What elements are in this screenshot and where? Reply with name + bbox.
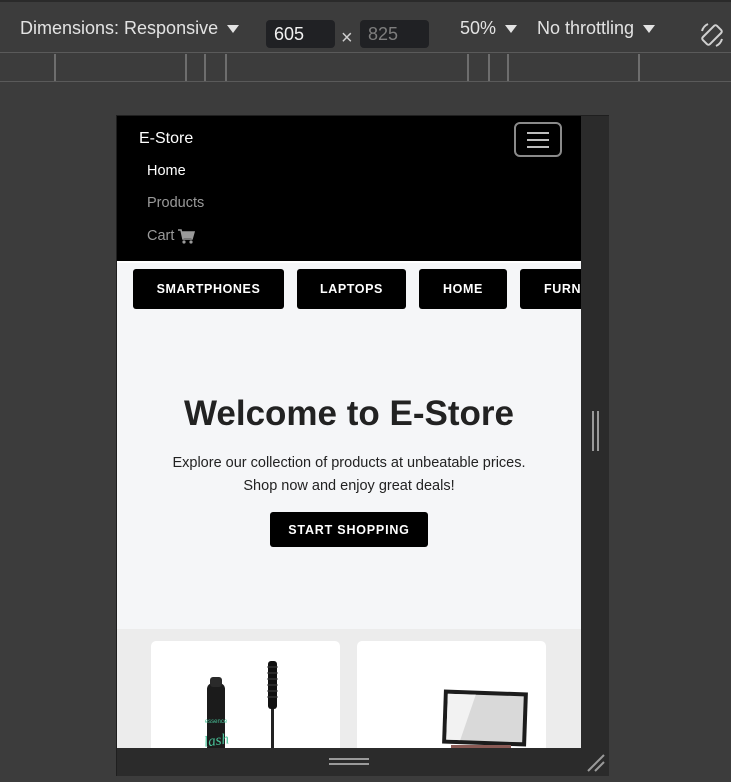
width-value: 605: [274, 23, 305, 44]
hero-line-1: Explore our collection of products at un…: [172, 455, 526, 471]
brand-logo[interactable]: E-Store: [139, 130, 193, 148]
cart-label: Cart: [147, 228, 175, 244]
category-strip: SMARTPHONES LAPTOPS HOME FURN: [117, 261, 581, 314]
ruler-tick[interactable]: [185, 54, 187, 81]
product-card[interactable]: [357, 641, 546, 748]
page-viewport: E-Store Home Products Cart SMARTPHONES L: [117, 116, 581, 748]
devtools-device-toolbar: Dimensions: Responsive 605 × 825 50% No …: [0, 0, 731, 53]
product-grid: essence lash: [117, 629, 581, 748]
device-frame: E-Store Home Products Cart SMARTPHONES L: [116, 115, 609, 776]
chevron-down-icon: [505, 24, 518, 33]
resize-corner-icon[interactable]: [586, 753, 606, 773]
navbar: E-Store Home Products Cart: [117, 116, 581, 261]
category-button-smartphones[interactable]: SMARTPHONES: [133, 269, 284, 309]
ruler-tick[interactable]: [54, 54, 56, 81]
ruler-tick[interactable]: [467, 54, 469, 81]
width-input[interactable]: 605: [266, 20, 335, 48]
throttling-value: No throttling: [537, 18, 635, 38]
dimensions-dropdown[interactable]: Dimensions: Responsive: [20, 2, 240, 55]
media-query-ruler: [0, 54, 731, 82]
rotate-icon[interactable]: [698, 21, 726, 49]
hero-line-2: Shop now and enjoy great deals!: [243, 478, 455, 494]
hamburger-line: [527, 131, 549, 134]
category-button-home[interactable]: HOME: [419, 269, 507, 309]
dimensions-label: Dimensions: Responsive: [20, 18, 219, 38]
ruler-tick[interactable]: [507, 54, 509, 81]
hero-section: Welcome to E-Store Explore our collectio…: [117, 314, 581, 629]
height-input[interactable]: 825: [360, 20, 429, 48]
essence-logo: essence: [205, 719, 228, 725]
chevron-down-icon: [643, 24, 656, 33]
resize-grip-bottom[interactable]: [329, 757, 369, 767]
nav-link-home[interactable]: Home: [147, 163, 186, 179]
zoom-dropdown[interactable]: 50%: [460, 2, 518, 55]
nav-link-products[interactable]: Products: [147, 195, 204, 211]
height-placeholder: 825: [368, 23, 399, 44]
ruler-tick[interactable]: [204, 54, 206, 81]
category-button-furniture[interactable]: FURN: [520, 269, 581, 309]
product-image-compact-mirror: [442, 689, 528, 748]
chevron-down-icon: [227, 24, 240, 33]
ruler-tick[interactable]: [638, 54, 640, 81]
menu-toggle-button[interactable]: [514, 122, 562, 157]
start-shopping-button[interactable]: START SHOPPING: [270, 512, 428, 547]
nav-link-cart[interactable]: Cart: [147, 228, 196, 244]
zoom-value: 50%: [460, 18, 497, 38]
resize-grip-right[interactable]: [591, 411, 601, 451]
hero-description: Explore our collection of products at un…: [137, 452, 561, 498]
product-card[interactable]: essence lash: [151, 641, 340, 748]
ruler-tick[interactable]: [488, 54, 490, 81]
ruler-tick[interactable]: [225, 54, 227, 81]
hero-title: Welcome to E-Store: [184, 394, 514, 433]
times-symbol: ×: [341, 27, 353, 49]
hamburger-line: [527, 138, 549, 141]
hamburger-line: [527, 145, 549, 148]
lash-logo: lash: [203, 731, 230, 748]
shopping-cart-icon: [178, 228, 196, 244]
product-image-mascara: essence lash: [203, 661, 278, 748]
throttling-dropdown[interactable]: No throttling: [537, 2, 656, 55]
category-button-laptops[interactable]: LAPTOPS: [297, 269, 406, 309]
